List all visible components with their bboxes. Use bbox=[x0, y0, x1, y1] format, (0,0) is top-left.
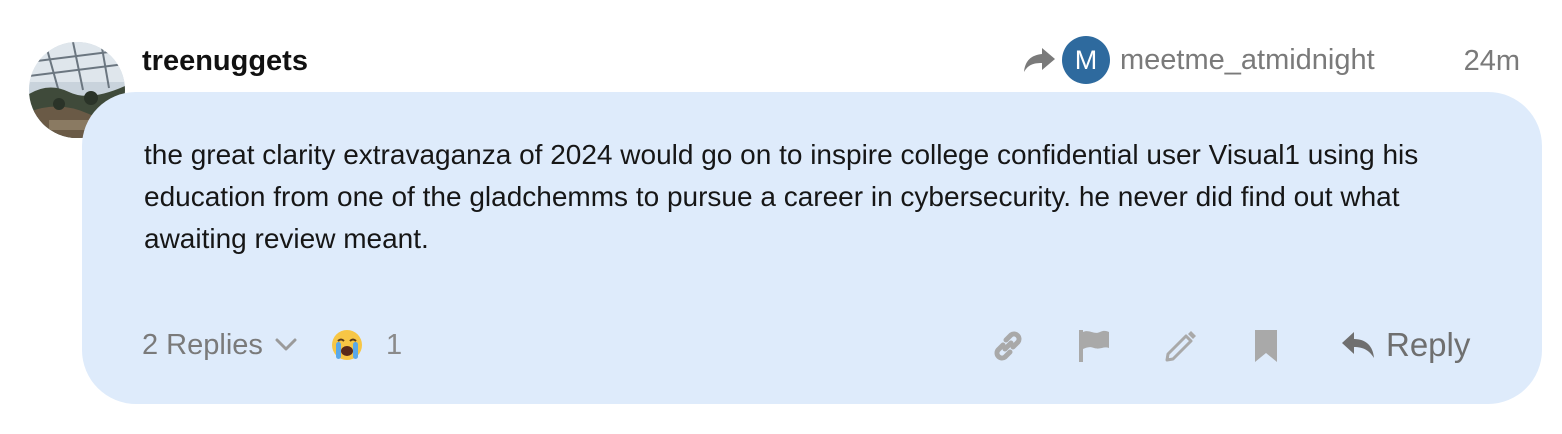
reply-arrow-icon bbox=[1342, 332, 1374, 358]
reaction-button[interactable]: 1 bbox=[330, 320, 402, 370]
loudly-crying-face-icon bbox=[332, 330, 362, 360]
share-arrow-icon bbox=[1024, 48, 1055, 72]
replies-toggle-button[interactable]: 2 Replies bbox=[142, 320, 297, 370]
reply-to-avatar: M bbox=[1062, 36, 1110, 84]
post-body: the great clarity extravaganza of 2024 w… bbox=[144, 139, 1419, 254]
bookmark-button[interactable] bbox=[1246, 326, 1286, 366]
post-timestamp[interactable]: 24m bbox=[1464, 42, 1520, 80]
post-footer: 2 Replies 1 Reply bbox=[142, 320, 1482, 370]
flag-button[interactable] bbox=[1074, 326, 1114, 366]
bookmark-icon bbox=[1255, 330, 1277, 362]
copy-link-button[interactable] bbox=[988, 326, 1028, 366]
link-icon bbox=[994, 331, 1022, 361]
username-link[interactable]: treenuggets bbox=[142, 42, 308, 80]
reply-to-indicator[interactable]: M meetme_atmidnight bbox=[1022, 36, 1375, 84]
replies-label: 2 Replies bbox=[142, 328, 263, 361]
reply-button[interactable]: Reply bbox=[1340, 320, 1470, 370]
post: treenuggets M meetme_atmidnight 24m the … bbox=[0, 0, 1562, 434]
flag-icon bbox=[1079, 330, 1109, 362]
reply-to-username: meetme_atmidnight bbox=[1120, 43, 1375, 76]
pencil-icon bbox=[1165, 331, 1196, 362]
edit-button[interactable] bbox=[1160, 326, 1200, 366]
chevron-down-icon bbox=[275, 338, 297, 351]
reply-label: Reply bbox=[1386, 326, 1471, 363]
reaction-count: 1 bbox=[386, 328, 403, 361]
